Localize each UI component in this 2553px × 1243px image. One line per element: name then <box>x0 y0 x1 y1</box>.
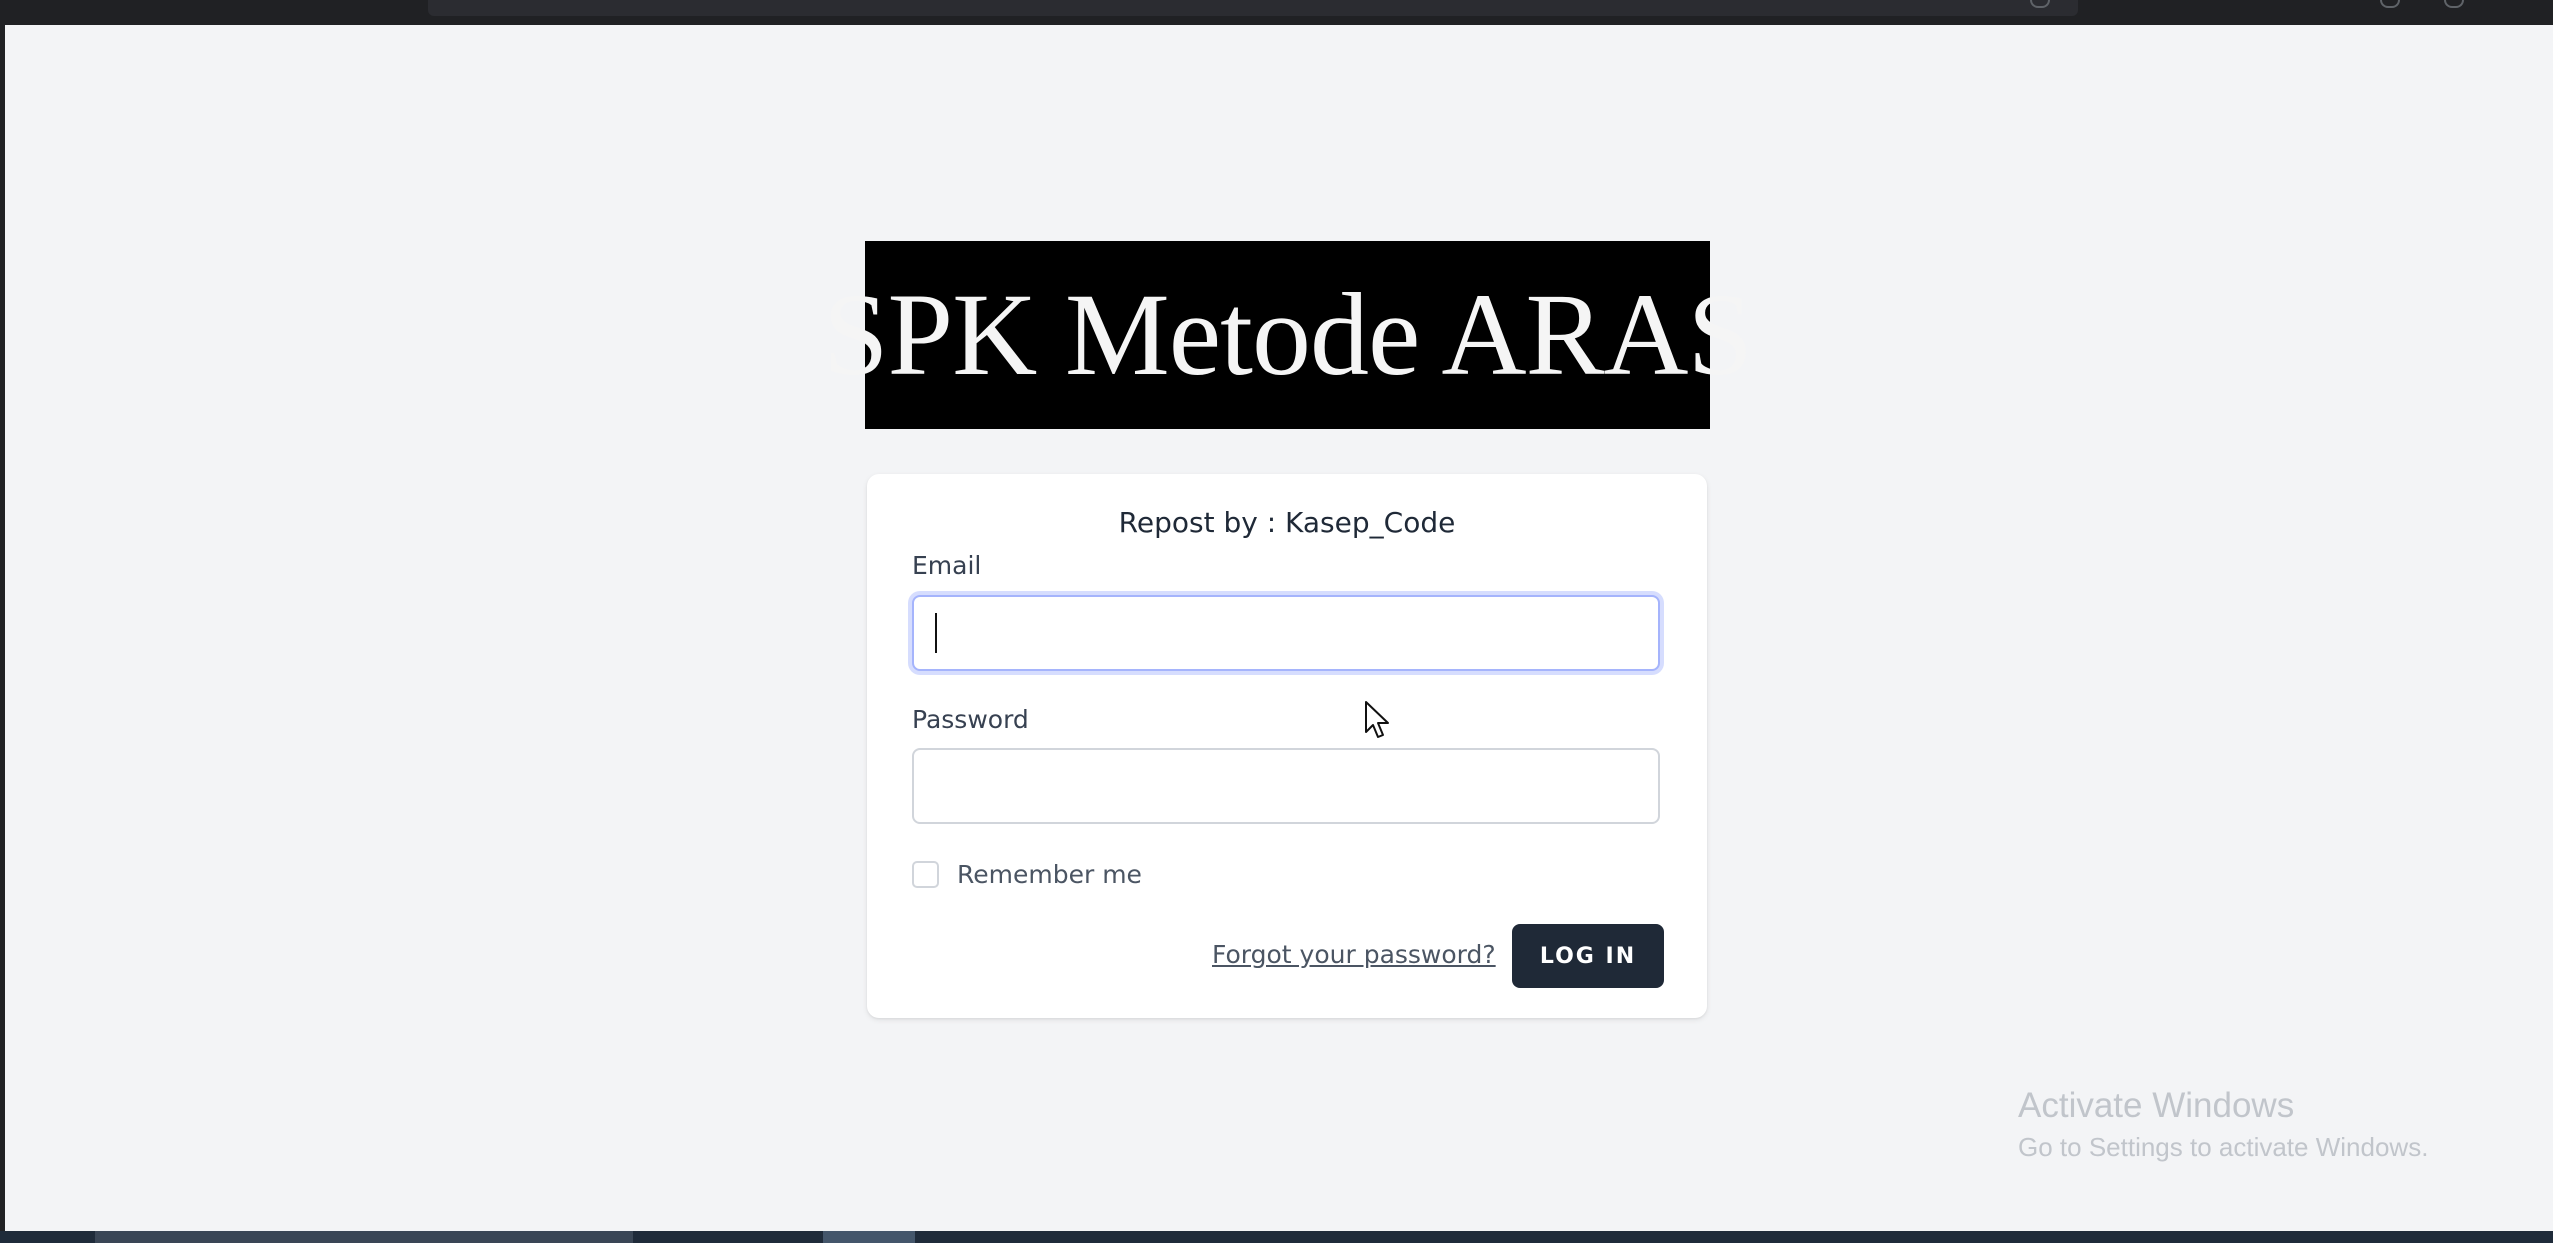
taskbar-active-app[interactable] <box>823 1231 915 1243</box>
password-field[interactable] <box>912 748 1660 824</box>
browser-toolbar <box>0 0 2553 25</box>
windows-activation-watermark: Activate Windows Go to Settings to activ… <box>2018 1086 2428 1163</box>
forgot-password-link[interactable]: Forgot your password? <box>1212 940 1496 969</box>
login-button[interactable]: LOG IN <box>1512 924 1664 988</box>
taskbar-search[interactable] <box>95 1231 633 1243</box>
remember-checkbox[interactable] <box>912 861 939 888</box>
watermark-subtitle: Go to Settings to activate Windows. <box>2018 1132 2429 1162</box>
extensions-icon[interactable] <box>2444 0 2464 8</box>
text-caret <box>935 613 937 653</box>
remember-label[interactable]: Remember me <box>957 860 1142 889</box>
card-title: Repost by : Kasep_Code <box>1118 506 1456 539</box>
address-bar[interactable] <box>428 0 2078 16</box>
taskbar <box>0 1231 2553 1243</box>
email-field[interactable] <box>912 595 1660 671</box>
watermark-title: Activate Windows <box>2018 1086 2295 1125</box>
password-label: Password <box>912 705 1029 734</box>
profile-icon[interactable] <box>2380 0 2400 8</box>
email-label: Email <box>912 551 982 580</box>
login-card: Repost by : Kasep_Code Email Password Re… <box>867 474 1707 1018</box>
app-logo: SPK Metode ARAS <box>823 241 1753 429</box>
window-edge <box>0 0 5 1243</box>
logo-text: SPK Metode ARAS <box>822 269 1753 400</box>
mouse-pointer-icon <box>1365 701 1389 738</box>
